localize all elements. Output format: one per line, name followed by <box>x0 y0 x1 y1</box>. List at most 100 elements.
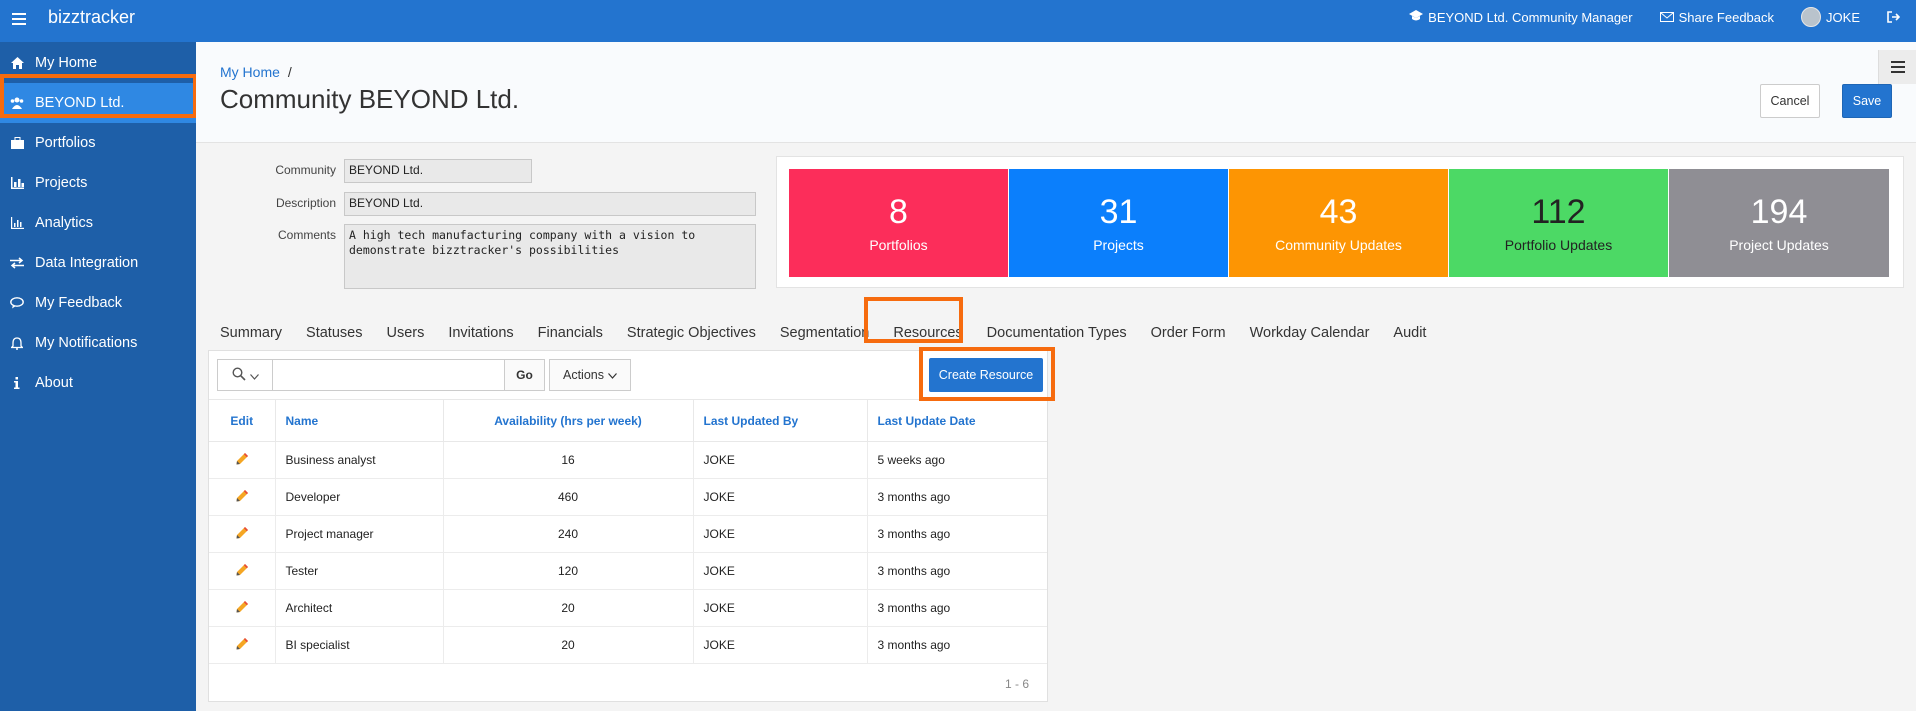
cell-name: Developer <box>275 478 444 516</box>
go-button[interactable]: Go <box>505 359 545 391</box>
home-icon <box>8 54 26 72</box>
cell-last-updated-by: JOKE <box>693 552 868 590</box>
cell-name: Architect <box>275 589 444 627</box>
breadcrumb: My Home / <box>220 64 292 80</box>
info-icon <box>8 374 26 392</box>
resources-table: Edit Name Availability (hrs per week) La… <box>209 399 1047 664</box>
community-field[interactable]: BEYOND Ltd. <box>344 159 532 183</box>
breadcrumb-my-home[interactable]: My Home <box>220 64 280 80</box>
sidebar-item-about[interactable]: About <box>0 363 196 403</box>
tab-workday-calendar[interactable]: Workday Calendar <box>1238 314 1382 352</box>
stat-projects-count: 31 <box>1099 193 1138 231</box>
actions-menu-button[interactable]: Actions <box>549 359 631 391</box>
user-menu[interactable]: JOKE <box>1801 7 1860 27</box>
stat-tile-projects[interactable]: 31 Projects <box>1009 169 1228 277</box>
chevron-down-icon <box>249 367 259 383</box>
column-header-last-updated-by[interactable]: Last Updated By <box>693 399 868 442</box>
cell-availability: 120 <box>443 552 694 590</box>
cancel-button[interactable]: Cancel <box>1760 84 1820 118</box>
search-bar: Go Actions <box>217 359 631 391</box>
sidebar-item-portfolios[interactable]: Portfolios <box>0 123 196 163</box>
cell-availability: 460 <box>443 478 694 516</box>
stat-community-updates-label: Community Updates <box>1275 237 1402 253</box>
resources-panel: Go Actions Create Resource Edit Name Ava… <box>208 350 1048 702</box>
app-brand[interactable]: bizztracker <box>48 7 135 28</box>
stat-community-updates-count: 43 <box>1319 193 1358 231</box>
edit-pencil-icon[interactable] <box>209 626 276 664</box>
column-header-last-update-date[interactable]: Last Update Date <box>867 399 1047 442</box>
share-feedback-label: Share Feedback <box>1678 9 1775 25</box>
search-column-select[interactable] <box>217 359 273 391</box>
cell-last-update-date: 3 months ago <box>867 478 1047 516</box>
right-menu-icon[interactable] <box>1878 50 1916 84</box>
top-bar: bizztracker BEYOND Ltd. Community Manage… <box>0 0 1916 42</box>
tab-users[interactable]: Users <box>374 314 436 352</box>
tab-strategic-objectives[interactable]: Strategic Objectives <box>615 314 768 352</box>
exchange-icon <box>8 254 26 272</box>
search-icon <box>231 366 246 384</box>
tab-financials[interactable]: Financials <box>526 314 615 352</box>
edit-pencil-icon[interactable] <box>209 589 276 627</box>
hamburger-menu-icon[interactable] <box>8 8 30 30</box>
community-role-link[interactable]: BEYOND Ltd. Community Manager <box>1409 9 1633 25</box>
envelope-icon <box>1659 10 1674 25</box>
stat-tile-community-updates[interactable]: 43 Community Updates <box>1229 169 1448 277</box>
highlight-sidebar-beyond <box>0 74 197 118</box>
column-header-availability[interactable]: Availability (hrs per week) <box>443 399 694 442</box>
cell-availability: 20 <box>443 589 694 627</box>
highlight-tab-resources <box>864 297 963 343</box>
search-input[interactable] <box>273 359 505 391</box>
title-bar: My Home / Community BEYOND Ltd. Cancel Sa… <box>196 42 1916 143</box>
edit-pencil-icon[interactable] <box>209 515 276 553</box>
cell-name: Project manager <box>275 515 444 553</box>
share-feedback-link[interactable]: Share Feedback <box>1659 9 1775 25</box>
highlight-create-resource <box>919 347 1055 401</box>
stat-tile-portfolio-updates[interactable]: 112 Portfolio Updates <box>1449 169 1668 277</box>
sidebar-item-projects[interactable]: Projects <box>0 163 196 203</box>
sidebar-item-my-notifications[interactable]: My Notifications <box>0 323 196 363</box>
main-content: My Home / Community BEYOND Ltd. Cancel Sa… <box>196 42 1916 711</box>
edit-pencil-icon[interactable] <box>209 552 276 590</box>
chat-icon <box>8 294 26 312</box>
edit-pencil-icon[interactable] <box>209 478 276 516</box>
stats-panel: 8 Portfolios 31 Projects 43 Community Up… <box>776 156 1904 288</box>
sidebar-item-my-feedback[interactable]: My Feedback <box>0 283 196 323</box>
stat-tile-project-updates[interactable]: 194 Project Updates <box>1669 169 1889 277</box>
bar-chart-icon <box>8 174 26 192</box>
cell-last-updated-by: JOKE <box>693 441 868 479</box>
stat-project-updates-label: Project Updates <box>1729 237 1829 253</box>
comments-field[interactable]: A high tech manufacturing company with a… <box>344 224 756 289</box>
sidebar: My Home BEYOND Ltd. Portfolios Projects … <box>0 42 196 711</box>
save-button[interactable]: Save <box>1842 84 1892 118</box>
cell-last-updated-by: JOKE <box>693 589 868 627</box>
tab-invitations[interactable]: Invitations <box>436 314 525 352</box>
cell-last-updated-by: JOKE <box>693 515 868 553</box>
stat-tile-portfolios[interactable]: 8 Portfolios <box>789 169 1008 277</box>
sidebar-item-analytics[interactable]: Analytics <box>0 203 196 243</box>
chevron-down-icon <box>608 368 617 382</box>
pagination-info: 1 - 6 <box>1004 677 1029 691</box>
table-row: BI specialist 20 JOKE 3 months ago <box>209 626 1047 664</box>
table-row: Business analyst 16 JOKE 5 weeks ago <box>209 441 1047 479</box>
line-chart-icon <box>8 214 26 232</box>
cell-name: Tester <box>275 552 444 590</box>
description-field[interactable]: BEYOND Ltd. <box>344 192 756 216</box>
edit-pencil-icon[interactable] <box>209 441 276 479</box>
tab-summary[interactable]: Summary <box>220 314 294 352</box>
stat-portfolios-label: Portfolios <box>869 237 928 253</box>
column-header-name[interactable]: Name <box>275 399 444 442</box>
community-role-label: BEYOND Ltd. Community Manager <box>1428 9 1633 25</box>
cell-last-updated-by: JOKE <box>693 478 868 516</box>
tab-statuses[interactable]: Statuses <box>294 314 374 352</box>
actions-label: Actions <box>563 368 604 382</box>
community-label: Community <box>275 163 336 177</box>
cell-availability: 16 <box>443 441 694 479</box>
sidebar-item-data-integration[interactable]: Data Integration <box>0 243 196 283</box>
tab-order-form[interactable]: Order Form <box>1139 314 1238 352</box>
table-row: Project manager 240 JOKE 3 months ago <box>209 515 1047 553</box>
column-header-edit[interactable]: Edit <box>209 399 276 442</box>
tab-audit[interactable]: Audit <box>1381 314 1438 352</box>
sign-out-icon[interactable] <box>1887 11 1900 23</box>
cell-last-update-date: 3 months ago <box>867 552 1047 590</box>
page-title: Community BEYOND Ltd. <box>220 84 520 114</box>
